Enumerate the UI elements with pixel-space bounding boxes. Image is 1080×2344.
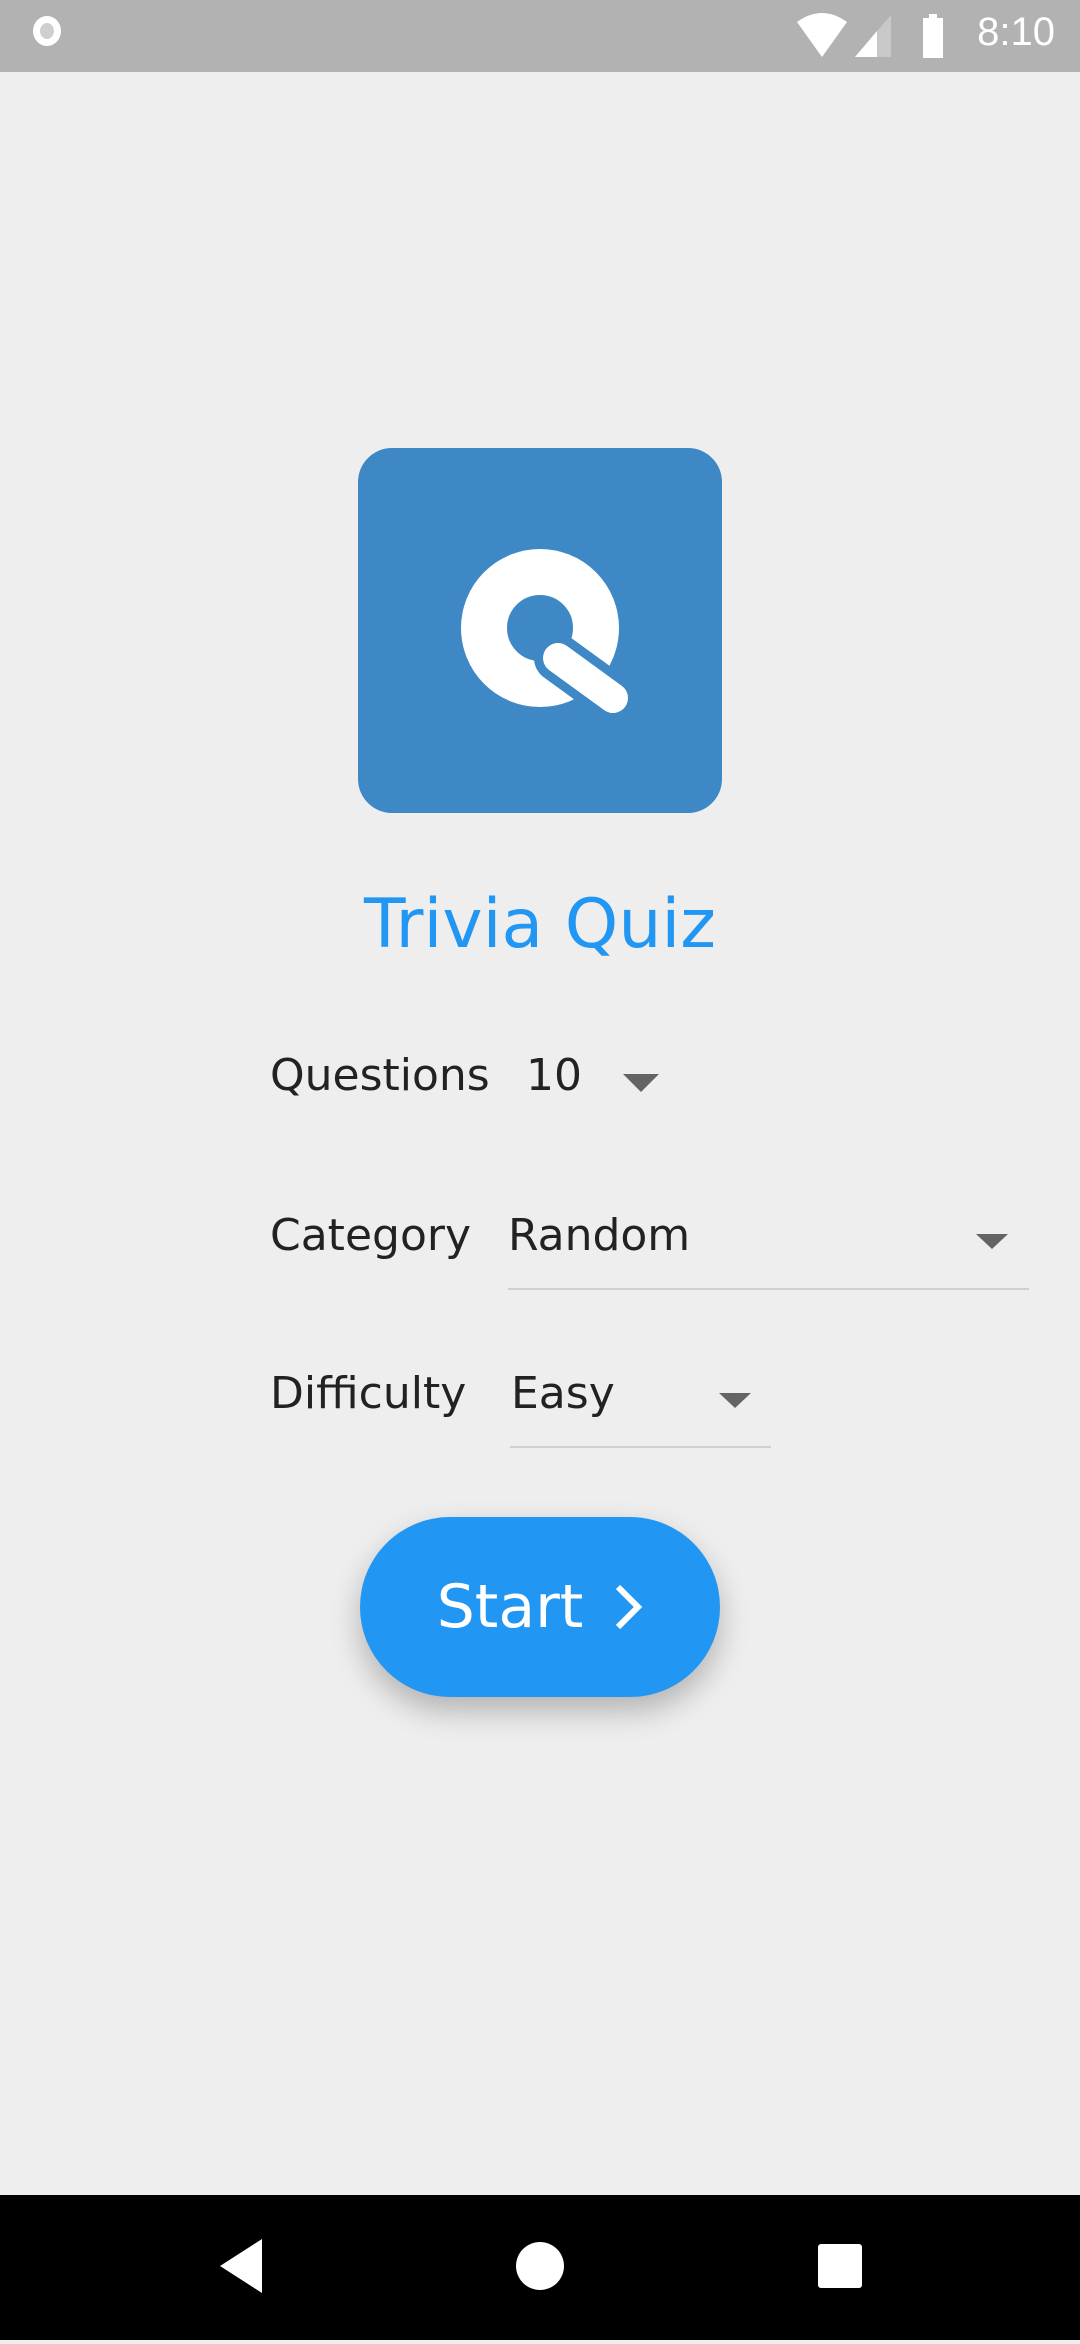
difficulty-label: Difficulty <box>270 1368 467 1419</box>
start-button[interactable]: Start <box>360 1517 720 1697</box>
back-icon[interactable] <box>220 2239 262 2293</box>
wifi-icon <box>797 13 847 57</box>
difficulty-dropdown-arrow-icon[interactable] <box>719 1393 751 1408</box>
start-label: Start <box>436 1572 584 1642</box>
app-title: Trivia Quiz <box>363 885 717 964</box>
navigation-bar <box>0 2195 1080 2340</box>
difficulty-underline <box>510 1446 771 1448</box>
status-icons <box>797 13 943 58</box>
clock: 8:10 <box>977 10 1055 54</box>
recents-icon[interactable] <box>818 2244 862 2288</box>
home-icon[interactable] <box>516 2242 564 2290</box>
questions-select[interactable]: 10 <box>526 1050 582 1101</box>
q-logo-icon <box>461 549 637 722</box>
category-dropdown-arrow-icon[interactable] <box>976 1234 1008 1249</box>
category-select[interactable]: Random <box>508 1210 690 1261</box>
chevron-right-icon <box>616 1584 643 1630</box>
notification-icon <box>33 16 61 46</box>
category-underline <box>508 1288 1029 1290</box>
difficulty-select[interactable]: Easy <box>511 1368 615 1419</box>
app-logo <box>358 448 722 813</box>
questions-label: Questions <box>270 1050 490 1101</box>
questions-dropdown-arrow-icon[interactable] <box>623 1074 659 1092</box>
status-bar: 8:10 <box>0 0 1080 72</box>
battery-icon <box>923 18 943 58</box>
category-label: Category <box>270 1210 471 1261</box>
